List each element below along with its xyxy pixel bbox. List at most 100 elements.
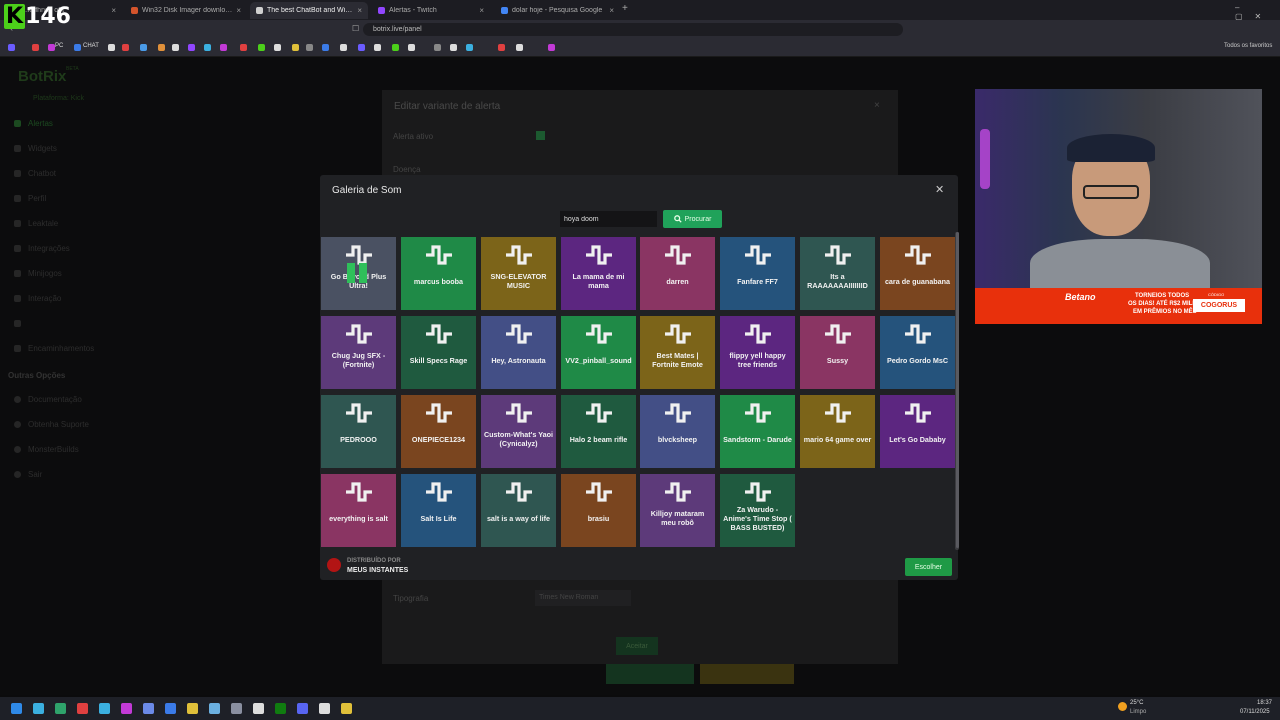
choose-button[interactable]: Escolher bbox=[905, 558, 952, 576]
tab-close-icon[interactable]: × bbox=[357, 6, 362, 15]
sound-tile[interactable]: Hey, Astronauta bbox=[481, 316, 556, 389]
bookmark-icon[interactable] bbox=[220, 44, 227, 51]
taskbar-app-icon[interactable] bbox=[11, 703, 22, 714]
sound-tile[interactable]: Pedro Gordo MsC bbox=[880, 316, 955, 389]
sound-tile[interactable]: Sandstorm - Darude bbox=[720, 395, 795, 468]
sidebar-other-item[interactable]: MonsterBuilds bbox=[28, 445, 79, 454]
tab-close-icon[interactable]: × bbox=[111, 6, 116, 15]
bookmark-icon[interactable] bbox=[306, 44, 313, 51]
sound-tile[interactable]: Halo 2 beam rifle bbox=[561, 395, 636, 468]
sound-tile[interactable]: salt is a way of life bbox=[481, 474, 556, 547]
bookmark-icon[interactable] bbox=[374, 44, 381, 51]
bookmark-icon[interactable] bbox=[122, 44, 129, 51]
accept-button[interactable]: Aceitar bbox=[616, 637, 658, 655]
sound-tile[interactable]: brasiu bbox=[561, 474, 636, 547]
tab-close-icon[interactable]: × bbox=[479, 6, 484, 15]
sound-tile[interactable]: Best Mates | Fortnite Emote bbox=[640, 316, 715, 389]
sound-tile[interactable]: Its a RAAAAAAAIIIIIIID bbox=[800, 237, 875, 310]
bookmark-icon[interactable] bbox=[32, 44, 39, 51]
taskbar-app-icon[interactable] bbox=[77, 703, 88, 714]
taskbar-app-icon[interactable] bbox=[143, 703, 154, 714]
sidebar-item[interactable]: Integrações bbox=[28, 244, 70, 253]
sidebar-item[interactable]: Chatbot bbox=[28, 169, 56, 178]
bookmark-icon[interactable] bbox=[322, 44, 329, 51]
bookmark-icon[interactable] bbox=[188, 44, 195, 51]
taskbar-app-icon[interactable] bbox=[297, 703, 308, 714]
gallery-scrollbar-thumb[interactable] bbox=[956, 232, 959, 548]
sound-tile[interactable]: SNG-ELEVATOR MUSIC bbox=[481, 237, 556, 310]
bookmark-icon[interactable] bbox=[172, 44, 179, 51]
sound-tile[interactable]: Chug Jug SFX - (Fortnite) bbox=[321, 316, 396, 389]
sidebar-other-item[interactable]: Sair bbox=[28, 470, 42, 479]
bookmark-icon[interactable] bbox=[140, 44, 147, 51]
sound-tile[interactable]: mario 64 game over bbox=[800, 395, 875, 468]
sound-tile[interactable]: Killjoy mataram meu robô bbox=[640, 474, 715, 547]
tab-close-icon[interactable]: × bbox=[609, 6, 614, 15]
bookmark-icon[interactable] bbox=[516, 44, 523, 51]
sound-tile[interactable]: La mama de mi mama bbox=[561, 237, 636, 310]
browser-tab[interactable]: The best ChatBot and Widget × bbox=[250, 2, 368, 19]
tab-close-icon[interactable]: × bbox=[236, 6, 241, 15]
pause-icon[interactable] bbox=[347, 263, 369, 283]
sound-tile[interactable]: darren bbox=[640, 237, 715, 310]
bookmark-icon[interactable] bbox=[450, 44, 457, 51]
taskbar-app-icon[interactable] bbox=[275, 703, 286, 714]
bookmark-pc[interactable]: PC bbox=[55, 43, 63, 49]
bookmark-icon[interactable] bbox=[408, 44, 415, 51]
sound-tile[interactable]: blvcksheep bbox=[640, 395, 715, 468]
sidebar-item[interactable]: Widgets bbox=[28, 144, 57, 153]
bookmark-icon[interactable] bbox=[48, 44, 55, 51]
sidebar-item[interactable]: Minijogos bbox=[28, 269, 62, 278]
bookmark-icon[interactable] bbox=[392, 44, 399, 51]
sound-tile[interactable]: Custom-What's Yaoi (Cynicalyz) bbox=[481, 395, 556, 468]
bookmark-icon[interactable] bbox=[108, 44, 115, 51]
taskbar-app-icon[interactable] bbox=[319, 703, 330, 714]
bottom-action-button-left[interactable] bbox=[606, 664, 694, 684]
sound-tile[interactable]: everything is salt bbox=[321, 474, 396, 547]
bookmark-icon[interactable] bbox=[498, 44, 505, 51]
address-input[interactable]: botrix.live/panel bbox=[363, 23, 903, 36]
sound-tile[interactable]: cara de guanabana bbox=[880, 237, 955, 310]
modal-close-icon[interactable]: ✕ bbox=[935, 183, 944, 196]
bookmark-icon[interactable] bbox=[358, 44, 365, 51]
taskbar-app-icon[interactable] bbox=[99, 703, 110, 714]
taskbar-app-icon[interactable] bbox=[121, 703, 132, 714]
browser-tab[interactable]: Win32 Disk Imager download | Sour× bbox=[125, 2, 247, 19]
sidebar-item[interactable]: Leaktale bbox=[28, 219, 58, 228]
bookmark-icon[interactable] bbox=[158, 44, 165, 51]
sidebar-item[interactable]: Alertas bbox=[28, 119, 53, 128]
typography-select[interactable]: Times New Roman bbox=[535, 590, 631, 606]
sidebar-item[interactable]: Encaminhamentos bbox=[28, 344, 94, 353]
sound-tile[interactable]: Go Beyond Plus Ultra! bbox=[321, 237, 396, 310]
bookmark-icon[interactable]: ☐ bbox=[352, 24, 359, 33]
sound-tile[interactable]: Za Warudo - Anime's Time Stop ( BASS BUS… bbox=[720, 474, 795, 547]
sound-tile[interactable]: Sussy bbox=[800, 316, 875, 389]
taskbar-app-icon[interactable] bbox=[341, 703, 352, 714]
browser-tab[interactable]: Alertas - Twitch × bbox=[372, 2, 490, 19]
sound-tile[interactable]: flippy yell happy tree friends bbox=[720, 316, 795, 389]
bookmark-icon[interactable] bbox=[240, 44, 247, 51]
sound-tile[interactable]: VV2_pinball_sound bbox=[561, 316, 636, 389]
taskbar-app-icon[interactable] bbox=[231, 703, 242, 714]
bottom-action-button-right[interactable] bbox=[700, 664, 794, 684]
bookmark-icon[interactable] bbox=[204, 44, 211, 51]
sound-tile[interactable]: Let's Go Dababy bbox=[880, 395, 955, 468]
taskbar-app-icon[interactable] bbox=[209, 703, 220, 714]
taskbar-app-icon[interactable] bbox=[165, 703, 176, 714]
browser-tab[interactable]: dolar hoje - Pesquisa Google × bbox=[495, 2, 620, 19]
taskbar-app-icon[interactable] bbox=[55, 703, 66, 714]
sound-tile[interactable]: marcus booba bbox=[401, 237, 476, 310]
edit-panel-close-icon[interactable]: × bbox=[874, 100, 880, 111]
sound-search-input[interactable] bbox=[560, 211, 657, 227]
bookmark-icon[interactable] bbox=[292, 44, 299, 51]
search-button[interactable]: Procurar bbox=[663, 210, 722, 228]
taskbar-app-icon[interactable] bbox=[33, 703, 44, 714]
sidebar-other-item[interactable]: Documentação bbox=[28, 395, 82, 404]
sidebar-item[interactable]: Interação bbox=[28, 294, 61, 303]
bookmark-icon[interactable] bbox=[74, 44, 81, 51]
bookmark-icon[interactable] bbox=[274, 44, 281, 51]
sound-tile[interactable]: Fanfare FF7 bbox=[720, 237, 795, 310]
bookmark-icon[interactable] bbox=[434, 44, 441, 51]
bookmark-icon[interactable] bbox=[548, 44, 555, 51]
sound-tile[interactable]: ONEPIECE1234 bbox=[401, 395, 476, 468]
